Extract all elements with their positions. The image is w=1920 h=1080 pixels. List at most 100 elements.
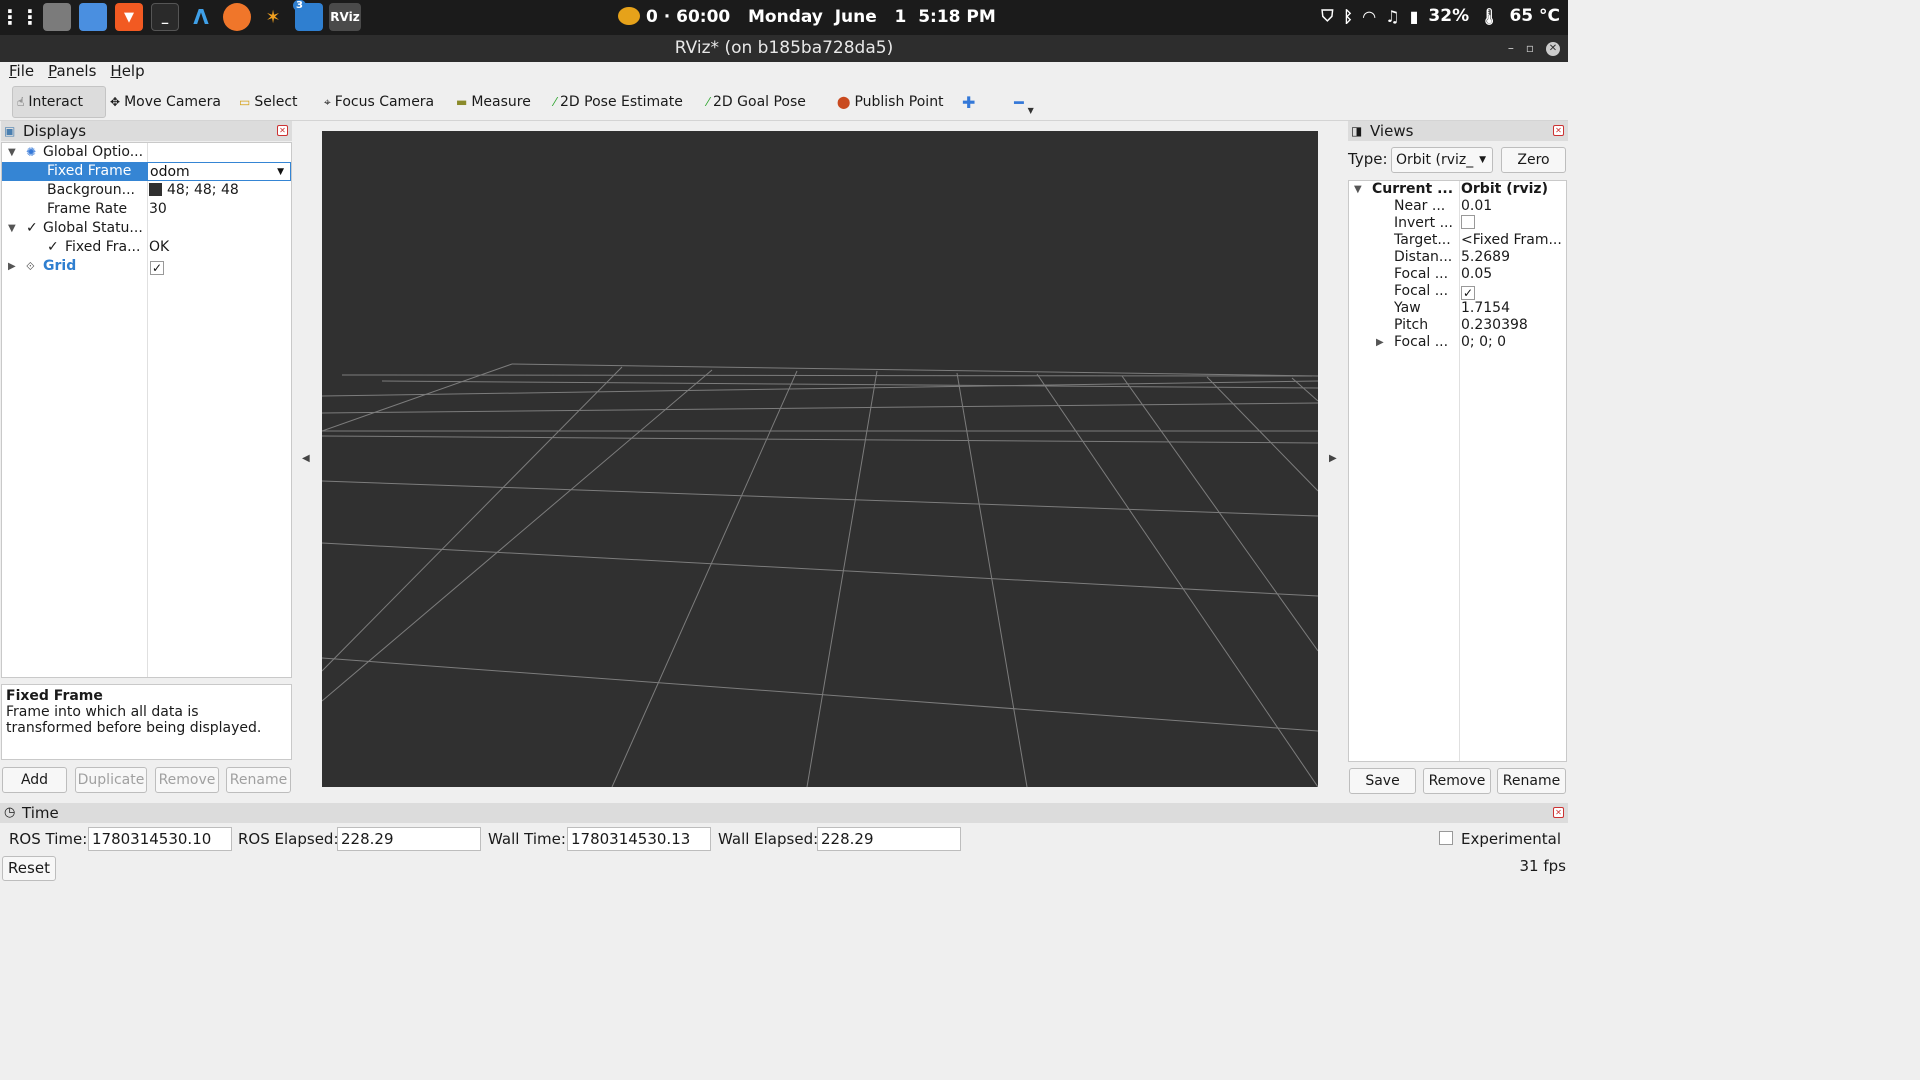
global-options-row[interactable]: ▼ ✺ Global Optio... [2, 143, 291, 162]
current-view-row[interactable]: ▼ Current ... Orbit (rviz) [1349, 181, 1566, 198]
menu-file[interactable]: File [9, 62, 34, 82]
menu-help[interactable]: Help [110, 62, 144, 82]
yaw-row[interactable]: Yaw 1.7154 [1349, 300, 1566, 317]
apps-grid-icon[interactable]: ⋮⋮ [0, 3, 40, 31]
select-icon: ▭ [239, 95, 251, 109]
2d-goal-pose-tool-button[interactable]: ⁄ 2D Goal Pose [703, 86, 810, 118]
wall-elapsed-field[interactable]: 228.29 [817, 827, 961, 851]
rename-view-button[interactable]: Rename [1497, 768, 1566, 794]
ros-time-field[interactable]: 1780314530.10 [88, 827, 232, 851]
add-display-button[interactable]: Add [2, 767, 67, 793]
files-icon[interactable] [43, 3, 71, 31]
menu-panels[interactable]: Panels [48, 62, 96, 82]
focal-point-label: Focal ... [1394, 334, 1449, 350]
background-value[interactable]: 48; 48; 48 [149, 181, 239, 200]
dropdown-arrow-icon[interactable]: ▼ [277, 163, 284, 182]
zero-view-button[interactable]: Zero [1501, 147, 1566, 173]
collapse-right-panel-icon[interactable]: ▶ [1329, 453, 1337, 464]
duplicate-display-button[interactable]: Duplicate [75, 767, 147, 793]
vscode-icon[interactable]: 3 [293, 0, 323, 31]
view-type-select[interactable]: Orbit (rviz_ ▼ [1391, 147, 1493, 173]
wall-time-field[interactable]: 1780314530.13 [567, 827, 711, 851]
save-view-button[interactable]: Save [1349, 768, 1416, 794]
ros-elapsed-field[interactable]: 228.29 [337, 827, 481, 851]
grid-row[interactable]: ▶ ⟐ Grid ✓ [2, 257, 291, 276]
checkmark-icon: ✓ [26, 220, 38, 236]
views-close-icon[interactable]: ✕ [1553, 125, 1564, 136]
3d-viewport[interactable] [322, 131, 1318, 787]
vscode-badge: 3 [293, 0, 306, 11]
battery-icon[interactable]: ▮ [1410, 7, 1419, 26]
frame-rate-label: Frame Rate [47, 201, 128, 217]
select-tool-button[interactable]: ▭ Select [235, 86, 302, 118]
frame-rate-value[interactable]: 30 [149, 200, 167, 219]
near-clip-value[interactable]: 0.01 [1461, 198, 1492, 215]
text-editor-icon[interactable] [79, 3, 107, 31]
displays-tree: ▼ ✺ Global Optio... Fixed Frame odom ▼ B… [1, 142, 292, 678]
invert-z-row[interactable]: Invert ... [1349, 215, 1566, 232]
invert-z-checkbox[interactable] [1461, 215, 1475, 232]
focal-point-value[interactable]: 0; 0; 0 [1461, 334, 1506, 351]
shield-icon[interactable]: ⛉ [1321, 6, 1333, 26]
bugs-icon[interactable]: ✶ [259, 3, 287, 31]
focal-point-row[interactable]: ▶ Focal ... 0; 0; 0 [1349, 334, 1566, 351]
remove-display-button[interactable]: Remove [155, 767, 219, 793]
background-row[interactable]: Backgroun... 48; 48; 48 [2, 181, 291, 200]
focal-shape-fixed-row[interactable]: Focal ... ✓ [1349, 283, 1566, 300]
time-close-icon[interactable]: ✕ [1553, 807, 1564, 818]
focal-shape-size-value[interactable]: 0.05 [1461, 266, 1492, 283]
fixed-frame-status-row[interactable]: ✓ Fixed Fra... OK [2, 238, 291, 257]
fixed-frame-combo[interactable]: odom ▼ [147, 162, 291, 181]
target-frame-label: Target... [1394, 232, 1451, 248]
terminal-icon[interactable]: _ [151, 3, 179, 31]
expand-arrow-icon[interactable]: ▼ [1354, 181, 1362, 198]
collapse-arrow-icon[interactable]: ▶ [8, 257, 16, 276]
publish-point-tool-button[interactable]: ⬤ Publish Point [833, 86, 948, 118]
current-view-label: Current ... [1372, 181, 1454, 197]
focal-shape-size-row[interactable]: Focal ... 0.05 [1349, 266, 1566, 283]
rviz-taskbar-icon[interactable]: RViz [329, 3, 361, 31]
reset-time-button[interactable]: Reset [2, 856, 56, 881]
collapse-left-panel-icon[interactable]: ◀ [302, 453, 310, 464]
rename-display-button[interactable]: Rename [226, 767, 291, 793]
grid-enabled-checkbox[interactable]: ✓ [150, 257, 164, 276]
fixed-frame-row[interactable]: Fixed Frame odom ▼ [2, 162, 291, 181]
focus-camera-tool-button[interactable]: ⌖ Focus Camera [320, 86, 438, 118]
arduino-ide-icon[interactable]: Λ [187, 3, 215, 31]
target-frame-value[interactable]: <Fixed Fram... [1461, 232, 1562, 249]
music-icon[interactable]: ♫ [1385, 7, 1399, 26]
expand-arrow-icon[interactable]: ▼ [8, 143, 16, 162]
bluetooth-icon[interactable]: ᛒ [1343, 7, 1353, 26]
global-status-row[interactable]: ▼ ✓ Global Statu... [2, 219, 291, 238]
pitch-row[interactable]: Pitch 0.230398 [1349, 317, 1566, 334]
camera-icon: ◨ [1351, 124, 1363, 138]
firefox-icon[interactable] [223, 3, 251, 31]
pitch-value[interactable]: 0.230398 [1461, 317, 1528, 334]
remove-view-button[interactable]: Remove [1423, 768, 1491, 794]
remove-tool-icon[interactable]: ━ ▼ [1010, 86, 1038, 118]
brave-icon[interactable]: ▼ [115, 3, 143, 31]
2d-pose-estimate-tool-button[interactable]: ⁄ 2D Pose Estimate [550, 86, 687, 118]
wifi-icon[interactable]: ◠ [1363, 7, 1375, 26]
expand-arrow-icon[interactable]: ▼ [8, 219, 16, 238]
measure-tool-button[interactable]: ▬ Measure [452, 86, 535, 118]
close-icon[interactable]: ✕ [1546, 41, 1560, 56]
frame-rate-row[interactable]: Frame Rate 30 [2, 200, 291, 219]
experimental-checkbox[interactable] [1439, 831, 1453, 847]
add-tool-icon[interactable]: ✚ [958, 86, 979, 118]
minimize-icon[interactable]: – [1508, 35, 1514, 62]
yaw-value[interactable]: 1.7154 [1461, 300, 1510, 317]
pitch-label: Pitch [1394, 317, 1429, 333]
near-clip-row[interactable]: Near ... 0.01 [1349, 198, 1566, 215]
publish-point-label: Publish Point [854, 94, 944, 110]
displays-close-icon[interactable]: ✕ [277, 125, 288, 136]
focal-shape-fixed-checkbox[interactable]: ✓ [1461, 283, 1475, 300]
maximize-icon[interactable]: ▫ [1526, 35, 1534, 62]
clock[interactable]: 0 · 60:00 Monday June 1 5:18 PM [618, 7, 996, 27]
target-frame-row[interactable]: Target... <Fixed Fram... [1349, 232, 1566, 249]
interact-tool-button[interactable]: ☝ Interact [12, 86, 106, 118]
collapse-arrow-icon[interactable]: ▶ [1376, 334, 1384, 351]
move-camera-tool-button[interactable]: ✥ Move Camera [106, 86, 225, 118]
distance-row[interactable]: Distan... 5.2689 [1349, 249, 1566, 266]
distance-value[interactable]: 5.2689 [1461, 249, 1510, 266]
